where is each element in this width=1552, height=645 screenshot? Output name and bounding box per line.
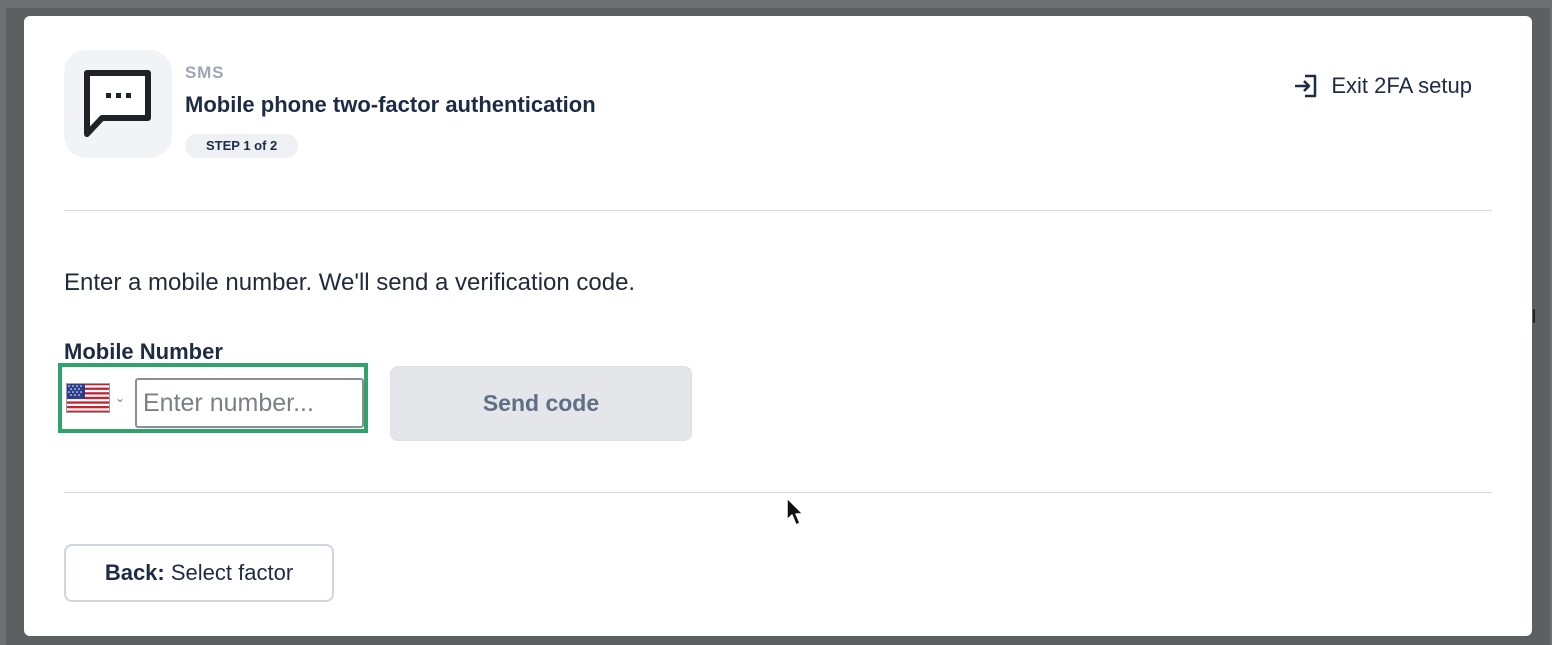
- exit-link-label: Exit 2FA setup: [1331, 73, 1472, 98]
- factor-kind-label: SMS: [185, 63, 225, 82]
- country-code-select[interactable]: ⌄: [66, 383, 125, 413]
- factor-icon-tile: [64, 50, 172, 158]
- exit-arrow-icon: [1295, 74, 1317, 98]
- phone-input-group: ⌄: [58, 363, 368, 433]
- mouse-pointer-icon: [786, 497, 804, 526]
- mobile-number-label: Mobile Number: [64, 339, 223, 364]
- step-badge: STEP 1 of 2: [185, 134, 299, 158]
- edge-tick: [1533, 309, 1535, 323]
- us-flag-icon: [66, 383, 110, 413]
- send-code-button[interactable]: Send code: [390, 366, 692, 441]
- back-select-factor-button[interactable]: Back: Select factor: [64, 544, 334, 602]
- instructions-text: Enter a mobile number. We'll send a veri…: [64, 269, 636, 296]
- header-divider: [64, 210, 1492, 211]
- exit-2fa-setup-link[interactable]: Exit 2FA setup: [1293, 70, 1472, 102]
- chevron-down-icon: ⌄: [115, 391, 126, 405]
- sms-bubble-icon: [84, 70, 151, 137]
- mobile-number-input[interactable]: [135, 378, 364, 428]
- footer-divider: [64, 492, 1492, 493]
- factor-title: Mobile phone two-factor authentication: [185, 92, 596, 117]
- two-factor-setup-modal: SMS Mobile phone two-factor authenticati…: [24, 16, 1532, 636]
- back-label: Select factor: [170, 560, 294, 585]
- back-prefix: Back:: [104, 560, 165, 585]
